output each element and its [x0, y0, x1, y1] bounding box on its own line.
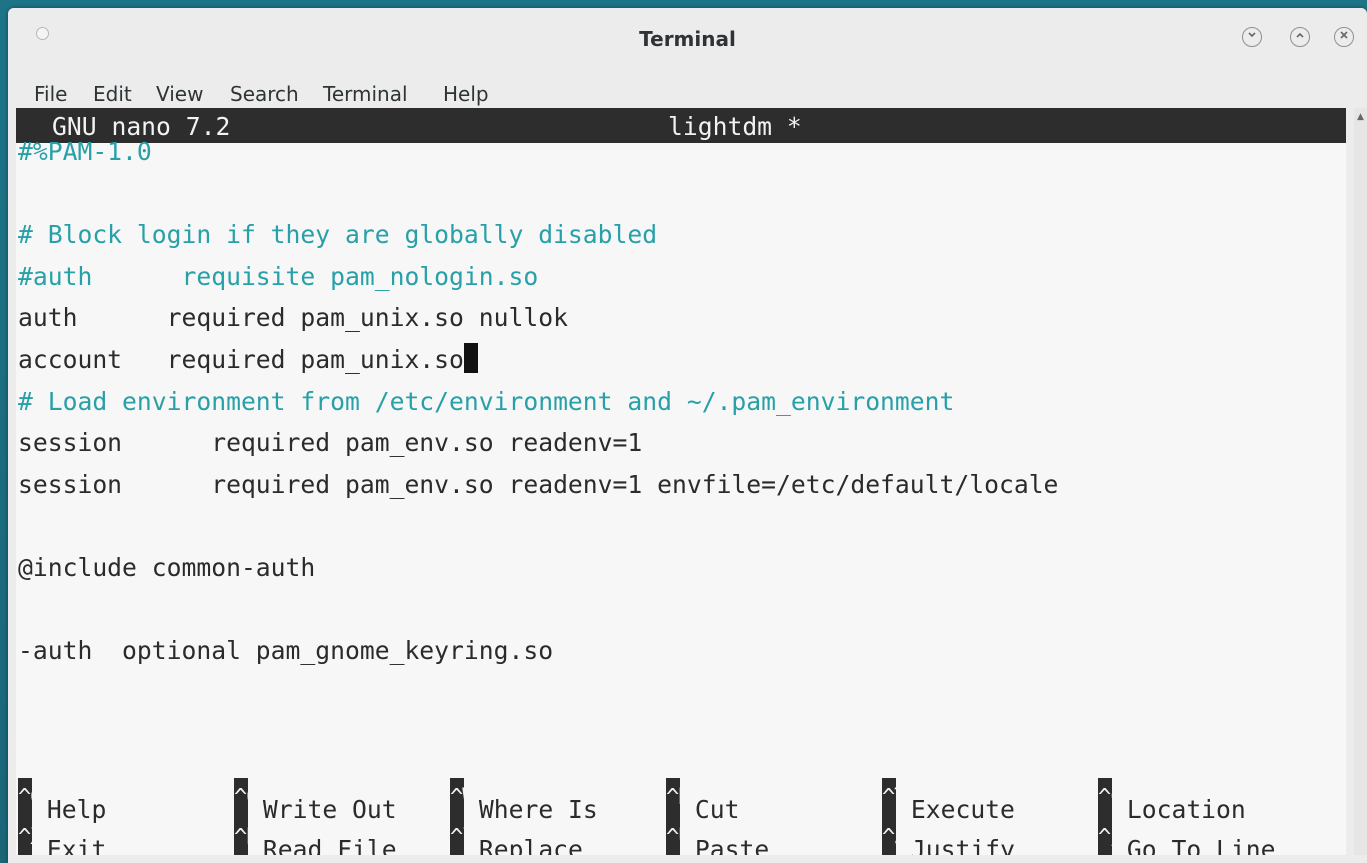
- editor-line-text: #%PAM-1.0: [18, 137, 152, 166]
- shortcut-key: ^J: [882, 818, 896, 855]
- shortcut-key: ^T: [882, 778, 896, 818]
- shortcut-label: Replace: [464, 835, 583, 855]
- close-icon: [1340, 31, 1348, 39]
- editor-line-text: # Load environment from /etc/environment…: [18, 386, 955, 416]
- minimize-button[interactable]: [1242, 27, 1262, 47]
- shortcut-label: Paste: [680, 835, 770, 855]
- menu-view[interactable]: View: [154, 82, 205, 106]
- shortcut-key: ^\: [450, 818, 464, 855]
- shortcut-key: ^W: [450, 778, 464, 818]
- editor-line: # Load environment from /etc/environment…: [18, 382, 954, 422]
- shortcut-item: ^R Read File: [234, 818, 397, 855]
- shortcut-item: ^U Paste: [666, 818, 769, 855]
- editor-line-text: @include common-auth: [18, 553, 316, 582]
- editor-line: session required pam_env.so readenv=1 en…: [18, 465, 1058, 505]
- menu-search[interactable]: Search: [228, 82, 301, 106]
- nano-filename: lightdm *: [668, 112, 802, 141]
- nano-title-bar: GNU nano 7.2 lightdm *: [16, 108, 1346, 143]
- editor-line: -auth optional pam_gnome_keyring.so: [18, 631, 553, 671]
- menu-terminal[interactable]: Terminal: [321, 82, 410, 106]
- terminal-content[interactable]: GNU nano 7.2 lightdm * #%PAM-1.0 # Block …: [16, 108, 1346, 855]
- maximize-button[interactable]: [1290, 27, 1310, 47]
- shortcut-item: ^X Exit: [18, 818, 106, 855]
- shortcut-key: ^/: [1098, 818, 1112, 855]
- editor-line-text: auth required pam_unix.so nullok: [18, 303, 568, 333]
- close-button[interactable]: [1334, 27, 1354, 47]
- editor-line-text: account required pam_unix.so: [18, 345, 464, 374]
- shortcut-label: Go To Line: [1112, 835, 1276, 855]
- menu-file[interactable]: File: [32, 82, 69, 106]
- editor-line-text: # Block login if they are globally disab…: [18, 220, 658, 250]
- shortcut-item: ^J Justify: [882, 818, 1015, 855]
- editor-line-text: session required pam_env.so readenv=1: [18, 428, 643, 458]
- editor-line-text: session required pam_env.so readenv=1 en…: [18, 469, 1059, 499]
- shortcut-key: ^G: [18, 778, 32, 818]
- shortcut-key: ^U: [666, 818, 680, 855]
- shortcut-key: ^C: [1098, 778, 1112, 818]
- title-bar[interactable]: Terminal: [8, 8, 1367, 68]
- editor-line: #auth requisite pam_nologin.so: [18, 257, 538, 297]
- shortcut-label: Exit: [32, 835, 107, 855]
- shortcut-key: ^X: [18, 818, 32, 855]
- editor-line-text: -auth optional pam_gnome_keyring.so: [18, 636, 554, 666]
- text-cursor: [463, 343, 478, 373]
- editor-line: @include common-auth: [18, 548, 315, 588]
- editor-line: session required pam_env.so readenv=1: [18, 423, 642, 463]
- window-title: Terminal: [639, 27, 736, 51]
- shortcut-key: ^O: [234, 778, 248, 818]
- terminal-scrollbar[interactable]: ▲: [1354, 108, 1367, 855]
- shortcut-label: Read File: [248, 835, 397, 855]
- menu-edit[interactable]: Edit: [91, 82, 134, 106]
- editor-line: auth required pam_unix.so nullok: [18, 298, 568, 338]
- shortcut-item: ^/ Go To Line: [1098, 818, 1276, 855]
- shortcut-item: ^\ Replace: [450, 818, 583, 855]
- scroll-up-arrow-icon[interactable]: ▲: [1357, 112, 1364, 122]
- shortcut-key: ^K: [666, 778, 680, 818]
- chevron-down-icon: [1248, 32, 1256, 38]
- editor-line: account required pam_unix.so: [18, 340, 478, 380]
- editor-line: #%PAM-1.0: [18, 132, 152, 172]
- chevron-up-icon: [1296, 32, 1304, 38]
- shortcut-key: ^R: [234, 818, 248, 855]
- editor-line-text: #auth requisite pam_nologin.so: [18, 261, 539, 291]
- menu-help[interactable]: Help: [441, 82, 491, 106]
- shortcut-label: Justify: [896, 835, 1015, 855]
- editor-line: # Block login if they are globally disab…: [18, 215, 657, 255]
